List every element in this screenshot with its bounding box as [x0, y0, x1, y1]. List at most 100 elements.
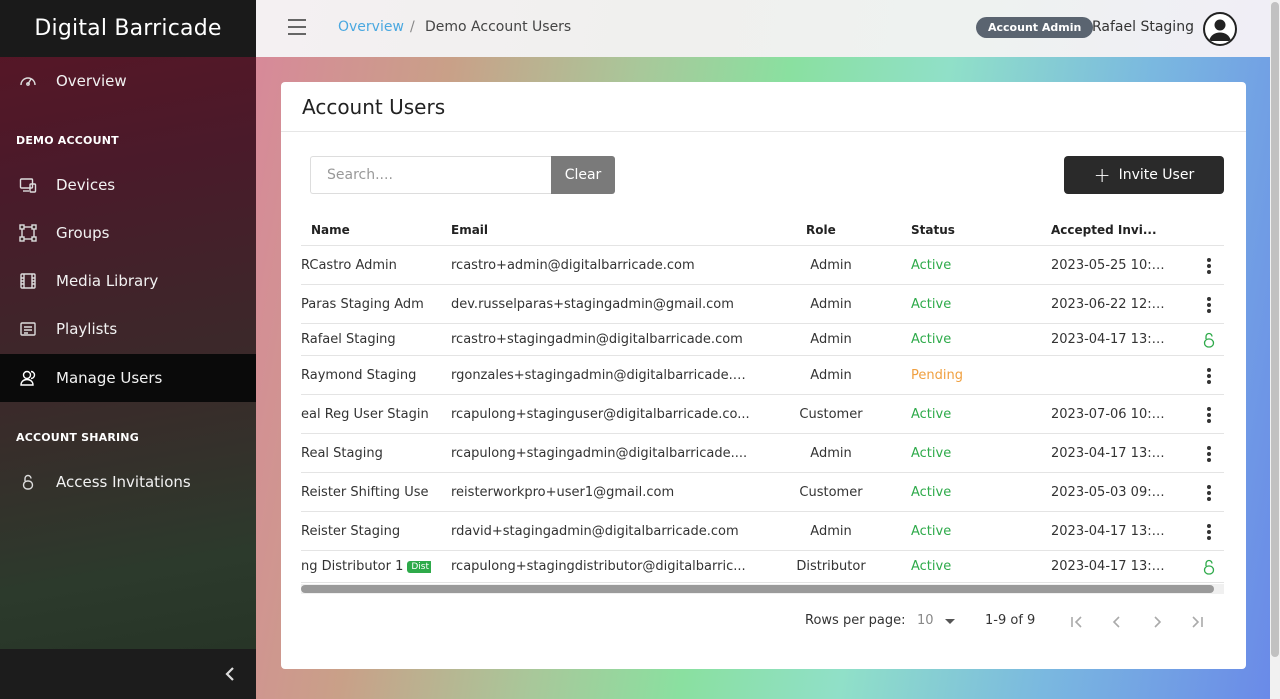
lock-icon [18, 472, 38, 492]
role-cell: Admin [810, 368, 852, 383]
search-input[interactable] [310, 156, 551, 194]
first-page-icon[interactable] [1067, 612, 1087, 632]
table-row[interactable]: Reister Shifting Use reisterworkpro+user1… [301, 473, 1224, 512]
email-cell: reisterworkpro+user1@gmail.com [451, 485, 675, 500]
accepted-date-cell: 2023-05-03 09:3... [1051, 485, 1171, 500]
avatar[interactable] [1203, 12, 1237, 46]
sidebar-footer [0, 649, 256, 699]
user-name[interactable]: Rafael Staging [1092, 19, 1194, 35]
email-cell: rcastro+stagingadmin@digitalbarricade.co… [451, 332, 743, 347]
gauge-icon [18, 71, 38, 91]
chevron-left-icon[interactable] [220, 664, 240, 684]
table-row[interactable]: Paras Staging Adm dev.russelparas+staging… [301, 285, 1224, 324]
menu-icon[interactable] [288, 19, 306, 37]
user-name-cell: Real Staging [301, 446, 431, 461]
clear-button[interactable]: Clear [551, 156, 615, 194]
table-scrollbar-thumb[interactable] [301, 585, 1214, 593]
breadcrumb-separator: / [410, 19, 415, 35]
page-scrollbar-thumb[interactable] [1271, 2, 1279, 657]
rows-per-page-select[interactable]: 10 [917, 613, 934, 628]
accepted-date-cell: 2023-04-17 13:35:... [1051, 446, 1171, 461]
sidebar-item-media-library[interactable]: Media Library [0, 257, 256, 305]
role-cell: Distributor [796, 559, 866, 574]
table-row[interactable]: Raymond Staging rgonzales+stagingadmin@di… [301, 356, 1224, 395]
column-header-name[interactable]: Name [311, 223, 350, 237]
email-cell: dev.russelparas+stagingadmin@gmail.com [451, 297, 734, 312]
more-vertical-icon[interactable] [1199, 485, 1219, 507]
chevron-down-icon[interactable] [945, 619, 955, 624]
more-vertical-icon[interactable] [1199, 446, 1219, 468]
previous-page-icon[interactable] [1107, 612, 1127, 632]
column-header-role[interactable]: Role [806, 223, 836, 237]
breadcrumb-overview[interactable]: Overview [338, 19, 404, 35]
table-row[interactable]: Reister Staging rdavid+stagingadmin@digit… [301, 512, 1224, 551]
page-scrollbar[interactable] [1270, 0, 1280, 699]
plus-icon: + [1093, 163, 1111, 187]
table-row[interactable]: eal Reg User Stagin rcapulong+staginguser… [301, 395, 1224, 434]
status-cell: Active [911, 407, 952, 422]
accepted-date-cell: 2023-06-22 12:06... [1051, 297, 1171, 312]
user-name-cell: Reister Staging [301, 524, 431, 539]
more-vertical-icon[interactable] [1199, 524, 1219, 546]
column-header-accepted[interactable]: Accepted Invi... [1051, 223, 1157, 237]
sidebar-item-label: Groups [56, 224, 110, 242]
role-cell: Admin [810, 258, 852, 273]
email-cell: rgonzales+stagingadmin@digitalbarricade.… [451, 368, 751, 383]
lock-icon[interactable] [1199, 332, 1219, 352]
role-cell: Customer [799, 407, 863, 422]
last-page-icon[interactable] [1187, 612, 1207, 632]
table-row[interactable]: Rafael Staging rcastro+stagingadmin@digit… [301, 324, 1224, 356]
devices-icon [18, 175, 38, 195]
email-cell: rcastro+admin@digitalbarricade.com [451, 258, 695, 273]
email-cell: rdavid+stagingadmin@digitalbarricade.com [451, 524, 739, 539]
lock-icon[interactable] [1199, 559, 1219, 579]
user-name-text: Reister Shifting Use [301, 485, 429, 500]
email-cell: rcapulong+stagingadmin@digitalbarricade.… [451, 446, 748, 461]
sidebar-item-label: Manage Users [56, 369, 163, 387]
role-cell: Admin [810, 297, 852, 312]
invite-user-button[interactable]: + Invite User [1064, 156, 1224, 194]
role-cell: Admin [810, 524, 852, 539]
sidebar-item-groups[interactable]: Groups [0, 209, 256, 257]
user-name-cell: Rafael Staging [301, 332, 431, 347]
table-horizontal-scrollbar[interactable] [301, 584, 1224, 594]
user-name-cell: Raymond Staging [301, 368, 431, 383]
topbar: Overview / Demo Account Users Account Ad… [256, 0, 1270, 57]
groups-icon [18, 223, 38, 243]
sidebar-item-access-invitations[interactable]: Access Invitations [0, 458, 256, 506]
status-cell: Active [911, 332, 952, 347]
more-vertical-icon[interactable] [1199, 368, 1219, 390]
user-name-text: ng Distributor 1 [301, 559, 404, 574]
sidebar-item-devices[interactable]: Devices [0, 161, 256, 209]
more-vertical-icon[interactable] [1199, 407, 1219, 429]
table-row[interactable]: ng Distributor 1 Dist rcapulong+stagingdis… [301, 551, 1224, 583]
table-header: Name Email Role Status Accepted Invi... [301, 216, 1224, 246]
status-cell: Active [911, 485, 952, 500]
status-cell: Active [911, 559, 952, 574]
column-header-email[interactable]: Email [451, 223, 488, 237]
sidebar-item-label: Access Invitations [56, 473, 191, 491]
column-header-status[interactable]: Status [911, 223, 955, 237]
status-cell: Pending [911, 368, 963, 383]
table-row[interactable]: RCastro Admin rcastro+admin@digitalbarric… [301, 246, 1224, 285]
sidebar-item-manage-users[interactable]: Manage Users [0, 354, 256, 402]
role-cell: Admin [810, 446, 852, 461]
status-cell: Active [911, 524, 952, 539]
user-name-cell: ng Distributor 1 Dist [301, 559, 431, 574]
sidebar-item-playlists[interactable]: Playlists [0, 305, 256, 353]
user-name-text: Raymond Staging [301, 368, 417, 383]
breadcrumb-current: Demo Account Users [425, 19, 572, 35]
sidebar-item-overview[interactable]: Overview [0, 57, 256, 105]
role-cell: Admin [810, 332, 852, 347]
status-cell: Active [911, 258, 952, 273]
role-badge: Account Admin [976, 17, 1094, 38]
more-vertical-icon[interactable] [1199, 297, 1219, 319]
more-vertical-icon[interactable] [1199, 258, 1219, 280]
email-cell: rcapulong+staginguser@digitalbarricade.c… [451, 407, 750, 422]
table-row[interactable]: Real Staging rcapulong+stagingadmin@digit… [301, 434, 1224, 473]
next-page-icon[interactable] [1147, 612, 1167, 632]
rows-per-page-label: Rows per page: [805, 613, 906, 628]
user-name-cell: eal Reg User Stagin [301, 407, 431, 422]
user-name-text: Rafael Staging [301, 332, 396, 347]
pagination-range: 1-9 of 9 [985, 613, 1036, 628]
